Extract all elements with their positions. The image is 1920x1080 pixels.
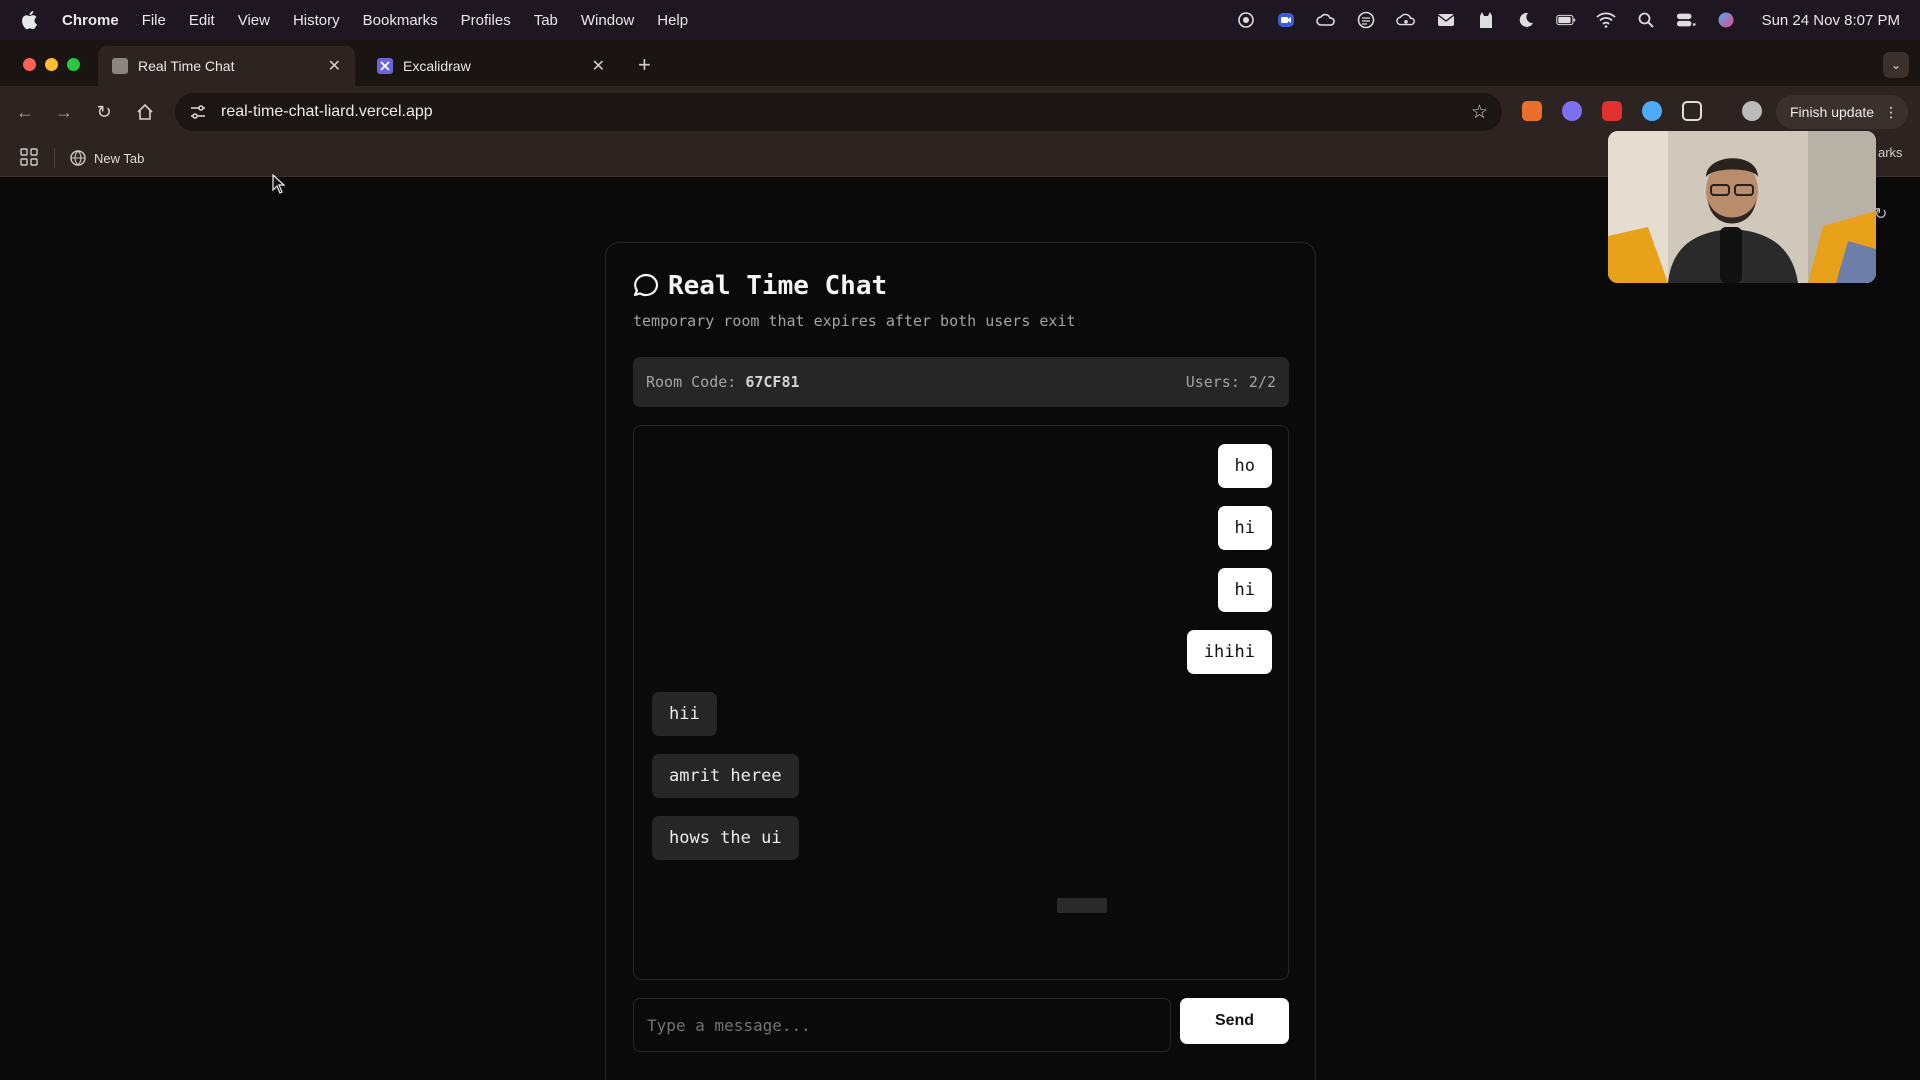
window-zoom-button[interactable] (67, 58, 80, 71)
bookmark-divider (54, 148, 55, 168)
faint-overlay-block (1057, 898, 1107, 913)
message-bubble-mine: ihihi (1186, 630, 1272, 674)
menu-help[interactable]: Help (657, 12, 688, 29)
all-bookmarks-label[interactable]: arks (1878, 145, 1903, 160)
new-tab-button[interactable]: + (638, 52, 651, 78)
window-close-button[interactable] (23, 58, 36, 71)
page-title: Real Time Chat (668, 271, 888, 301)
room-code: Room Code: 67CF81 (646, 373, 800, 391)
bookmark-label: New Tab (94, 150, 145, 166)
extension-icon[interactable] (1562, 101, 1582, 121)
kebab-menu-icon[interactable]: ⋮ (1884, 104, 1898, 121)
send-button[interactable]: Send (1180, 998, 1289, 1044)
tab-close-icon[interactable]: ✕ (592, 56, 605, 76)
wifi-icon[interactable] (1595, 11, 1616, 29)
home-icon[interactable] (133, 100, 157, 124)
menu-window[interactable]: Window (581, 12, 634, 29)
forward-arrow-icon[interactable]: → (52, 100, 76, 124)
menu-profiles[interactable]: Profiles (461, 12, 511, 29)
bookmark-new-tab[interactable]: New Tab (70, 145, 144, 171)
bookmark-star-icon[interactable]: ☆ (1471, 101, 1488, 124)
profile-avatar-icon[interactable] (1742, 101, 1762, 121)
zoom-icon[interactable] (1276, 11, 1296, 29)
message-bubble-other: hows the ui (652, 816, 799, 860)
battery-icon[interactable] (1555, 11, 1576, 29)
tab-close-icon[interactable]: ✕ (328, 56, 341, 76)
chat-bubble-icon (633, 273, 659, 297)
finish-update-button[interactable]: Finish update ⋮ (1776, 95, 1909, 129)
menu-tab[interactable]: Tab (534, 12, 558, 29)
message-bubble-mine: hi (1217, 506, 1272, 550)
reload-icon[interactable]: ↻ (92, 100, 116, 124)
menu-bookmarks[interactable]: Bookmarks (363, 12, 438, 29)
room-code-label: Room Code: (646, 373, 737, 391)
globe-icon (70, 150, 86, 166)
url-text[interactable]: real-time-chat-liard.vercel.app (221, 103, 433, 121)
page-icon (112, 58, 128, 74)
tab-title: Excalidraw (403, 58, 471, 74)
react-devtools-icon[interactable] (1642, 101, 1662, 121)
siri-icon[interactable] (1716, 11, 1736, 29)
cloud-icon[interactable] (1315, 11, 1336, 29)
finish-update-label: Finish update (1790, 104, 1875, 120)
screen-record-icon[interactable] (1236, 11, 1256, 29)
message-input[interactable] (633, 998, 1171, 1052)
cat-icon[interactable] (1476, 11, 1496, 29)
menu-app-name[interactable]: Chrome (62, 12, 119, 29)
address-bar[interactable]: real-time-chat-liard.vercel.app ☆ (175, 93, 1502, 131)
mouse-cursor-icon (272, 174, 286, 194)
message-bubble-mine: ho (1217, 444, 1272, 488)
status-area: Sun 24 Nov 8:07 PM (1236, 11, 1900, 29)
chat-header: Real Time Chat (632, 271, 887, 301)
room-code-value[interactable]: 67CF81 (745, 373, 799, 391)
control-center-icon[interactable] (1676, 11, 1696, 29)
back-arrow-icon[interactable]: ← (13, 100, 37, 124)
tab-real-time-chat[interactable]: Real Time Chat ✕ (98, 46, 355, 86)
menu-file[interactable]: File (142, 12, 166, 29)
site-info-icon[interactable] (189, 103, 207, 121)
metamask-extension-icon[interactable] (1522, 101, 1542, 121)
cloud-sync-icon[interactable] (1395, 11, 1416, 29)
lock-extension-icon[interactable] (1602, 101, 1622, 121)
menu-edit[interactable]: Edit (189, 12, 215, 29)
tab-title: Real Time Chat (138, 58, 235, 74)
message-bubble-other: hii (652, 692, 717, 736)
message-bubble-mine: hi (1217, 568, 1272, 612)
webcam-overlay (1608, 131, 1876, 283)
chat-card: Real Time Chat temporary room that expir… (605, 242, 1316, 1080)
menubar-clock[interactable]: Sun 24 Nov 8:07 PM (1762, 12, 1900, 29)
tab-excalidraw[interactable]: Excalidraw ✕ (363, 46, 619, 86)
excalidraw-icon (377, 58, 393, 74)
tab-search-chevron-icon[interactable]: ⌄ (1883, 52, 1909, 78)
mail-icon[interactable] (1436, 11, 1456, 29)
apps-grid-icon[interactable] (20, 148, 38, 166)
menu-view[interactable]: View (238, 12, 270, 29)
message-bubble-other: amrit heree (652, 754, 799, 798)
apple-logo-icon[interactable] (20, 9, 40, 31)
webcam-person-image (1608, 131, 1876, 283)
room-info-bar: Room Code: 67CF81 Users: 2/2 (633, 357, 1289, 407)
page-subtitle: temporary room that expires after both u… (633, 312, 1076, 330)
menu-history[interactable]: History (293, 12, 340, 29)
side-refresh-icon[interactable]: ↻ (1874, 204, 1887, 224)
macos-menu-bar: Chrome File Edit View History Bookmarks … (0, 0, 1920, 40)
puzzle-extensions-icon[interactable] (1682, 101, 1702, 121)
grammarly-icon[interactable] (1356, 11, 1376, 29)
message-list[interactable]: ho hi hi ihihi hii amrit heree hows the … (633, 425, 1289, 980)
search-icon[interactable] (1636, 11, 1656, 29)
moon-icon[interactable] (1516, 11, 1536, 29)
window-minimize-button[interactable] (45, 58, 58, 71)
users-count: Users: 2/2 (1185, 373, 1276, 391)
